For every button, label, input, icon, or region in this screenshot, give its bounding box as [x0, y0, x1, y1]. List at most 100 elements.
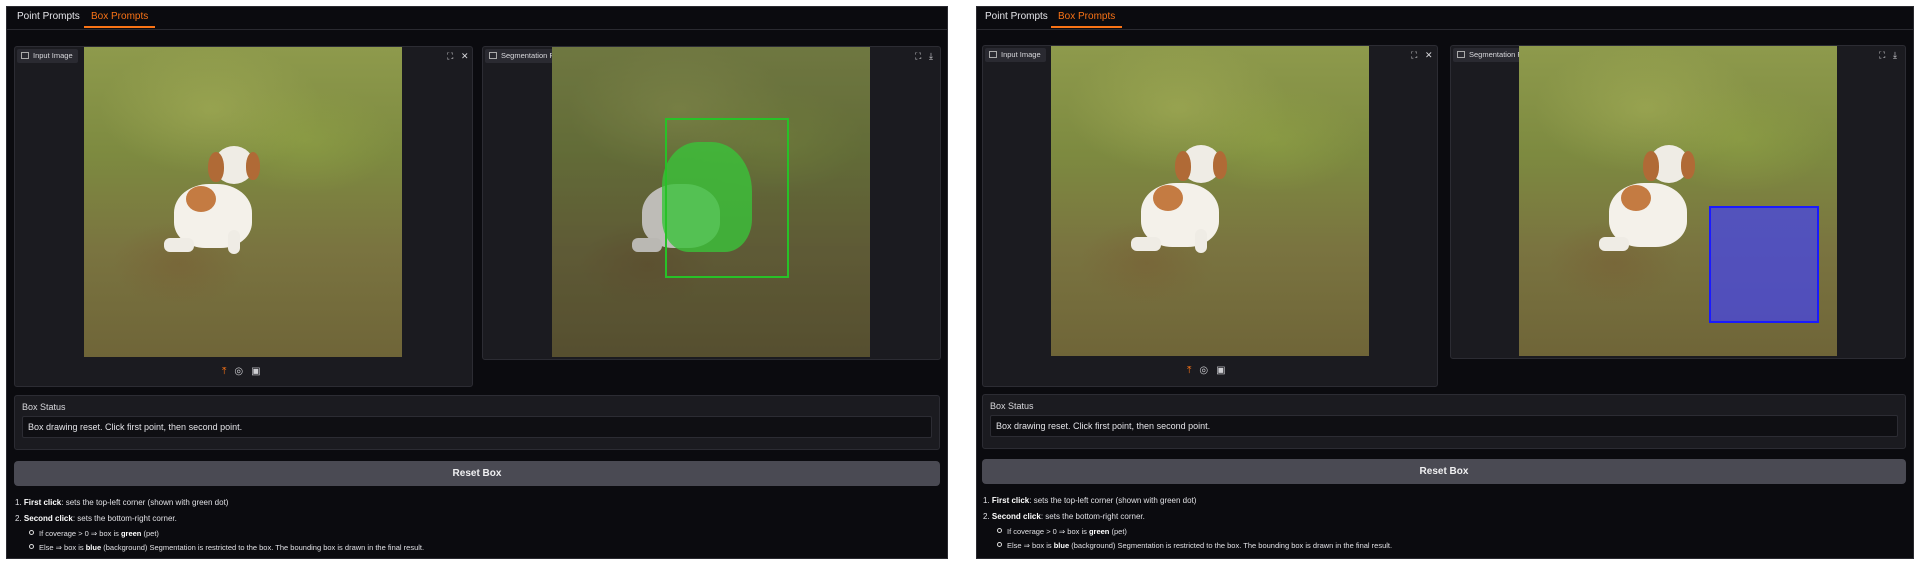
bullet-icon: [997, 542, 1002, 547]
dog-leg: [228, 230, 240, 254]
fullscreen-icon[interactable]: ⛶: [1411, 50, 1417, 60]
result-photo: [1519, 46, 1837, 356]
image-icon: [1457, 51, 1465, 58]
tab-point-prompts[interactable]: Point Prompts: [17, 11, 80, 23]
app-panel-right: Point Prompts Box Prompts Input Image ⛶ …: [976, 6, 1914, 559]
dog-patch: [1621, 185, 1651, 211]
active-tab-indicator: [1051, 26, 1122, 28]
bullet-bold: green: [1088, 527, 1110, 536]
bullet-text: (background) Segmentation is restricted …: [1069, 541, 1393, 550]
step-text: : sets the bottom-right corner.: [72, 514, 177, 523]
instruction-bullet-1: If coverage > 0 ⇒ box is green (pet): [29, 528, 159, 540]
webcam-icon[interactable]: ◎: [1199, 365, 1208, 376]
bullet-icon: [997, 528, 1002, 533]
step-number: 1.: [15, 498, 22, 507]
image-icon: [989, 51, 997, 58]
step-number: 2.: [983, 512, 990, 521]
bounding-box-blue: [1709, 206, 1819, 323]
instruction-step-1: 1. First click: sets the top-left corner…: [15, 497, 228, 509]
webcam-icon[interactable]: ◎: [234, 366, 243, 377]
input-photo[interactable]: [1051, 46, 1369, 356]
dog-patch: [1153, 185, 1183, 211]
dog-figure: [1597, 141, 1717, 261]
dog-figure: [162, 142, 282, 262]
tab-point-prompts[interactable]: Point Prompts: [985, 11, 1048, 23]
upload-icon[interactable]: ⤒: [222, 366, 226, 377]
dog-ear: [1681, 151, 1695, 179]
image-icon: [489, 52, 497, 59]
segmentation-result-block: Segmentation Result ⛶ ⤓: [1450, 45, 1906, 359]
close-icon[interactable]: ✕: [1425, 50, 1433, 60]
result-photo: [552, 47, 870, 357]
instructions: 1. First click: sets the top-left corner…: [15, 497, 935, 557]
step-title: Second click: [23, 514, 73, 523]
dog-ear: [1213, 151, 1227, 179]
clipboard-icon[interactable]: ▣: [1216, 365, 1225, 376]
dog-leg: [1195, 229, 1207, 253]
dog-patch: [186, 186, 216, 212]
instruction-step-1: 1. First click: sets the top-left corner…: [983, 495, 1196, 507]
clipboard-icon[interactable]: ▣: [251, 366, 260, 377]
step-number: 2.: [15, 514, 22, 523]
download-icon[interactable]: ⤓: [929, 51, 933, 61]
bullet-text: (background) Segmentation is restricted …: [101, 543, 425, 552]
upload-icon[interactable]: ⤒: [1187, 365, 1191, 376]
image-source-toolbar: ⤒ ◎ ▣: [218, 365, 265, 379]
bullet-text: (pet): [1109, 527, 1127, 536]
bullet-bold: blue: [85, 543, 102, 552]
step-text: : sets the top-left corner (shown with g…: [1029, 496, 1197, 505]
bullet-text: If coverage > 0 ⇒ box is: [39, 529, 121, 538]
download-icon[interactable]: ⤓: [1893, 50, 1897, 60]
box-status-title: Box Status: [990, 401, 1034, 411]
reset-box-button[interactable]: Reset Box: [982, 459, 1906, 484]
box-status-title: Box Status: [22, 402, 66, 412]
dog-leg: [1131, 237, 1161, 251]
input-photo[interactable]: [84, 47, 402, 357]
instructions: 1. First click: sets the top-left corner…: [983, 495, 1903, 555]
step-title: First click: [23, 498, 62, 507]
step-number: 1.: [983, 496, 990, 505]
step-title: First click: [991, 496, 1030, 505]
bullet-bold: blue: [1053, 541, 1070, 550]
dog-ear: [208, 152, 224, 182]
dog-leg: [1599, 237, 1629, 251]
bullet-text: (pet): [141, 529, 159, 538]
app-panel-left: Point Prompts Box Prompts Input Image ⛶ …: [6, 6, 948, 559]
step-text: : sets the bottom-right corner.: [1040, 512, 1145, 521]
input-image-block: Input Image ⛶ ✕ ⤒ ◎ ▣: [14, 46, 473, 387]
instruction-step-2: 2. Second click: sets the bottom-right c…: [983, 511, 1145, 523]
bullet-bold: green: [120, 529, 142, 538]
image-source-toolbar: ⤒ ◎ ▣: [1183, 364, 1230, 378]
dog-ear: [1175, 151, 1191, 181]
instruction-bullet-2: Else ⇒ box is blue (background) Segmenta…: [29, 542, 424, 554]
input-image-label-text: Input Image: [33, 51, 73, 60]
box-status-field[interactable]: Box drawing reset. Click first point, th…: [990, 415, 1898, 437]
fullscreen-icon[interactable]: ⛶: [915, 51, 921, 61]
bullet-text: Else ⇒ box is: [39, 543, 86, 552]
image-icon: [21, 52, 29, 59]
box-status-field[interactable]: Box drawing reset. Click first point, th…: [22, 416, 932, 438]
input-image-block: Input Image ⛶ ✕ ⤒ ◎ ▣: [982, 45, 1438, 387]
tab-bar: Point Prompts Box Prompts: [977, 7, 1913, 30]
input-image-label: Input Image: [17, 49, 78, 63]
tab-bar: Point Prompts Box Prompts: [7, 7, 947, 30]
dog-ear: [1643, 151, 1659, 181]
tab-box-prompts[interactable]: Box Prompts: [1058, 11, 1115, 23]
dog-leg: [164, 238, 194, 252]
box-status-card: Box Status Box drawing reset. Click firs…: [14, 395, 940, 450]
close-icon[interactable]: ✕: [461, 51, 469, 61]
input-image-label-text: Input Image: [1001, 50, 1041, 59]
step-title: Second click: [991, 512, 1041, 521]
fullscreen-icon[interactable]: ⛶: [447, 51, 453, 61]
fullscreen-icon[interactable]: ⛶: [1879, 50, 1885, 60]
step-text: : sets the top-left corner (shown with g…: [61, 498, 229, 507]
bullet-icon: [29, 544, 34, 549]
input-image-label: Input Image: [985, 48, 1046, 62]
dog-leg: [632, 238, 662, 252]
dog-ear: [246, 152, 260, 180]
bounding-box-green: [665, 118, 789, 278]
instruction-bullet-1: If coverage > 0 ⇒ box is green (pet): [997, 526, 1127, 538]
reset-box-button[interactable]: Reset Box: [14, 461, 940, 486]
tab-box-prompts[interactable]: Box Prompts: [91, 11, 148, 23]
instruction-bullet-2: Else ⇒ box is blue (background) Segmenta…: [997, 540, 1392, 552]
